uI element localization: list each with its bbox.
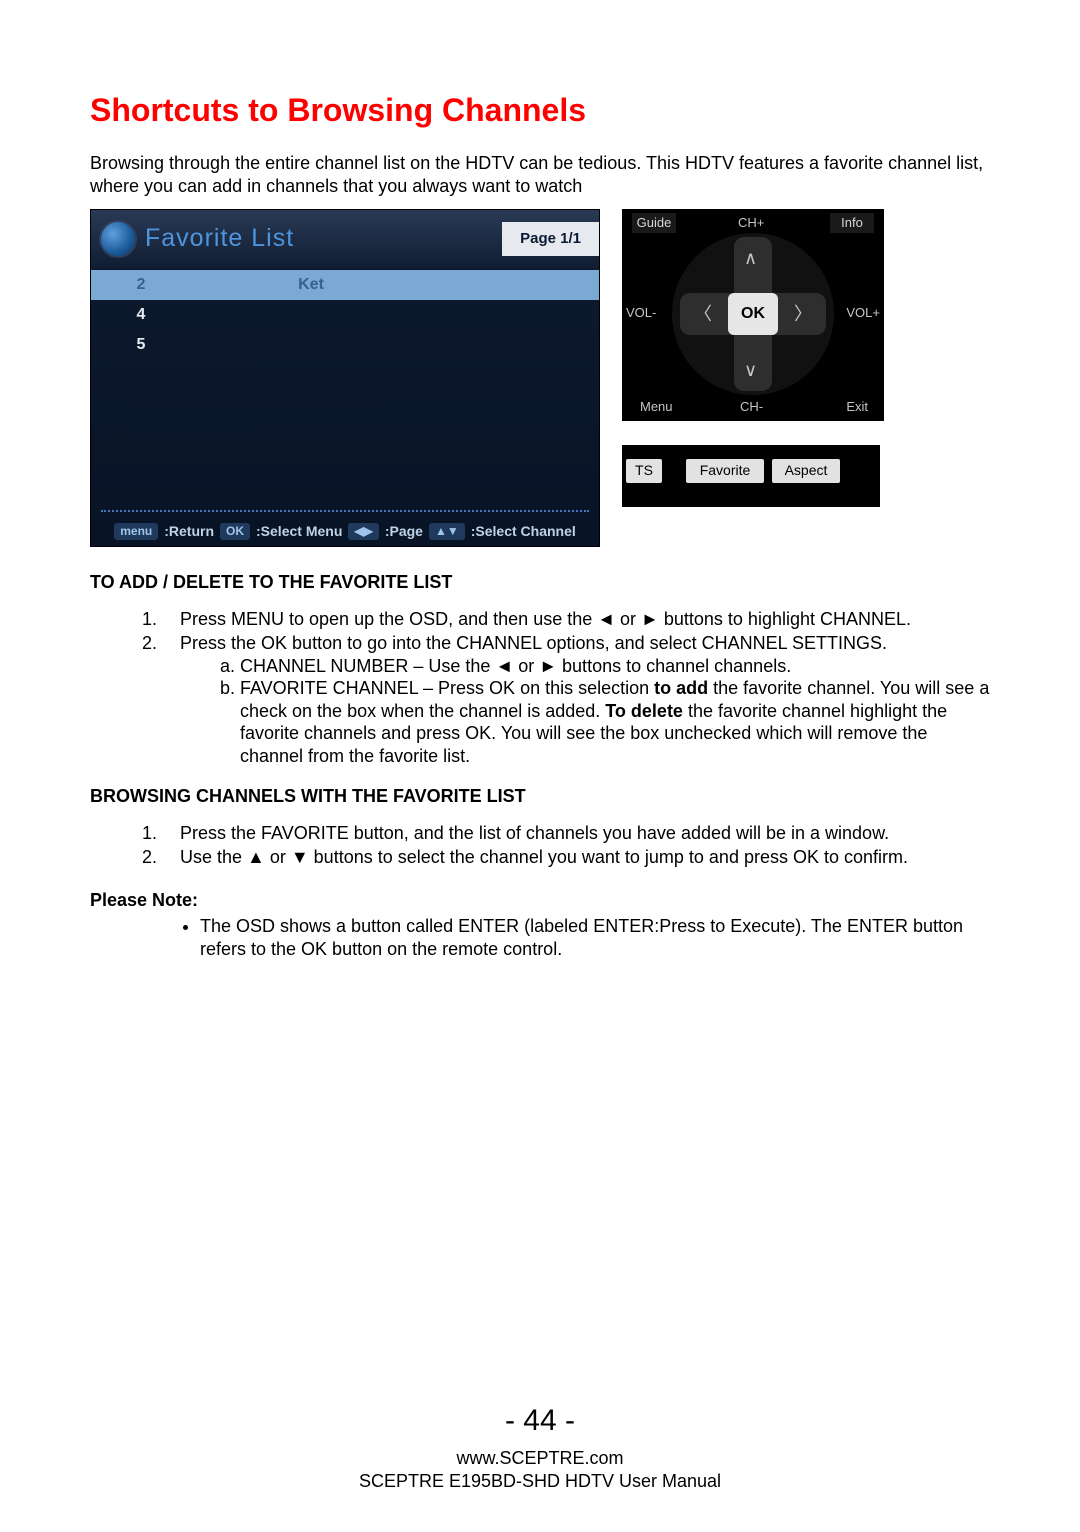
menu-label: Menu xyxy=(640,399,673,415)
list-item: Press the FAVORITE button, and the list … xyxy=(162,822,990,845)
osd-return-label: :Return xyxy=(164,523,214,541)
osd-row-num: 2 xyxy=(91,275,191,295)
page-heading: Shortcuts to Browsing Channels xyxy=(90,90,990,130)
browse-section-title: BROWSING CHANNELS WITH THE FAVORITE LIST xyxy=(90,785,990,808)
info-button[interactable]: Info xyxy=(830,213,874,233)
menu-chip-icon: menu xyxy=(114,523,158,540)
list-item: Use the ▲ or ▼ buttons to select the cha… xyxy=(162,846,990,869)
pg-chip-icon: ◀▶ xyxy=(348,523,378,540)
list-item: CHANNEL NUMBER – Use the ◄ or ► buttons … xyxy=(240,655,990,678)
osd-page-label: :Page xyxy=(385,523,423,541)
arrow-left-icon[interactable]: 〈 xyxy=(694,303,712,326)
ch-minus-label: CH- xyxy=(740,399,763,415)
bold-text: to add xyxy=(654,678,708,698)
add-section-title: TO ADD / DELETE TO THE FAVORITE LIST xyxy=(90,571,990,594)
osd-title: Favorite List xyxy=(145,223,502,254)
osd-row-num: 4 xyxy=(91,305,191,325)
arrow-right-icon[interactable]: 〉 xyxy=(794,303,812,326)
add-section-list: Press MENU to open up the OSD, and then … xyxy=(162,608,990,768)
nav-chip-icon: ▲▼ xyxy=(429,523,465,540)
arrow-down-icon[interactable]: ∨ xyxy=(744,359,757,382)
page-footer: - 44 - www.SCEPTRE.com SCEPTRE E195BD-SH… xyxy=(0,1402,1080,1493)
browse-section-list: Press the FAVORITE button, and the list … xyxy=(162,822,990,869)
ok-chip-icon: OK xyxy=(220,523,250,540)
vol-minus-label: VOL- xyxy=(626,305,656,321)
osd-row[interactable]: 4 xyxy=(91,300,599,330)
osd-row-label: Ket xyxy=(191,275,431,295)
arrow-up-icon[interactable]: ∧ xyxy=(744,247,757,270)
remote-dpad-area: Guide CH+ Info VOL- VOL+ ∧ ∨ 〈 〉 OK Menu… xyxy=(622,209,884,421)
osd-rows: 2 Ket 4 5 xyxy=(91,268,599,360)
text: FAVORITE CHANNEL – Press OK on this sele… xyxy=(240,678,654,698)
vol-plus-label: VOL+ xyxy=(846,305,880,321)
list-item: The OSD shows a button called ENTER (lab… xyxy=(200,915,990,960)
footer-manual: SCEPTRE E195BD-SHD HDTV User Manual xyxy=(0,1470,1080,1493)
globe-icon xyxy=(99,220,137,258)
osd-divider xyxy=(101,510,589,512)
osd-row-num: 5 xyxy=(91,335,191,355)
remote-lower-row: TS Favorite Aspect xyxy=(622,445,884,507)
osd-row[interactable]: 5 xyxy=(91,330,599,360)
note-list: The OSD shows a button called ENTER (lab… xyxy=(200,915,990,960)
list-item: FAVORITE CHANNEL – Press OK on this sele… xyxy=(240,677,990,767)
osd-header: Favorite List Page 1/1 xyxy=(91,210,599,268)
osd-select-menu-label: :Select Menu xyxy=(256,523,342,541)
exit-label: Exit xyxy=(846,399,868,415)
ch-plus-label: CH+ xyxy=(738,215,764,231)
ts-button[interactable]: TS xyxy=(626,459,662,483)
page-number: - 44 - xyxy=(0,1402,1080,1440)
favorite-button[interactable]: Favorite xyxy=(686,459,764,483)
list-item: Press MENU to open up the OSD, and then … xyxy=(162,608,990,631)
remote-column: Guide CH+ Info VOL- VOL+ ∧ ∨ 〈 〉 OK Menu… xyxy=(622,209,884,507)
osd-row-selected[interactable]: 2 Ket xyxy=(91,270,599,300)
ok-button[interactable]: OK xyxy=(728,293,778,335)
osd-footer: menu :Return OK :Select Menu ◀▶ :Page ▲▼… xyxy=(91,523,599,541)
aspect-button[interactable]: Aspect xyxy=(772,459,840,483)
guide-button[interactable]: Guide xyxy=(632,213,676,233)
list-item: Press the OK button to go into the CHANN… xyxy=(162,632,990,767)
osd-page-indicator: Page 1/1 xyxy=(502,222,599,257)
osd-select-channel-label: :Select Channel xyxy=(471,523,576,541)
step2-text: Press the OK button to go into the CHANN… xyxy=(180,633,887,653)
intro-text: Browsing through the entire channel list… xyxy=(90,152,990,197)
bold-text: To delete xyxy=(605,701,683,721)
footer-url: www.SCEPTRE.com xyxy=(0,1447,1080,1470)
osd-favorite-list: Favorite List Page 1/1 2 Ket 4 5 menu :R… xyxy=(90,209,600,547)
add-sublist: CHANNEL NUMBER – Use the ◄ or ► buttons … xyxy=(240,655,990,768)
figures-row: Favorite List Page 1/1 2 Ket 4 5 menu :R… xyxy=(90,209,990,547)
please-note-label: Please Note: xyxy=(90,889,990,912)
